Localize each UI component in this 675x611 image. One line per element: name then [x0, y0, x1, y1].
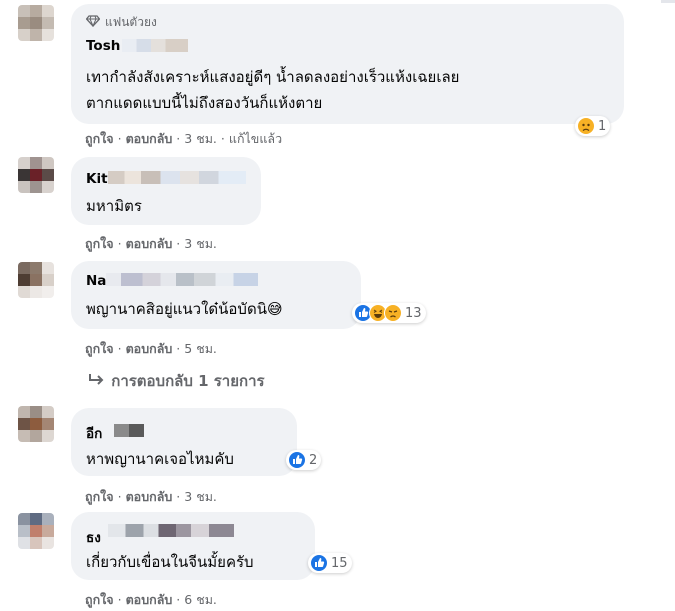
timestamp[interactable]: 5 ชม. — [184, 341, 217, 356]
reaction-count: 1 — [598, 118, 607, 134]
commenter-name[interactable]: Kit — [86, 171, 108, 187]
comment-actions: ถูกใจ · ตอบกลับ · 3 ชม. · แก้ไขแล้ว — [85, 131, 283, 146]
comment-text: หาพญานาคเจอไหมคับ — [86, 450, 234, 468]
diamond-icon — [85, 15, 101, 30]
name-redacted — [108, 171, 246, 184]
commenter-name[interactable]: ธง — [86, 526, 101, 548]
like-emoji-icon — [310, 554, 328, 572]
avatar[interactable] — [18, 262, 54, 298]
scroll-edge — [661, 0, 675, 3]
comment-actions: ถูกใจ · ตอบกลับ · 6 ชม. — [85, 592, 217, 607]
timestamp[interactable]: 3 ชม. — [184, 489, 217, 504]
commenter-name[interactable]: อีก — [86, 422, 102, 444]
reply-link[interactable]: ตอบกลับ — [126, 341, 173, 356]
timestamp[interactable]: 3 ชม. — [184, 236, 217, 251]
comment-actions: ถูกใจ · ตอบกลับ · 3 ชม. — [85, 489, 217, 504]
commenter-name[interactable]: Tosh — [86, 38, 120, 54]
name-redacted — [122, 39, 188, 52]
comment-text: พญานาคสิอยู่แนวใด๋น้อบัดนิ😅 — [86, 300, 283, 318]
like-link[interactable]: ถูกใจ — [85, 131, 114, 146]
name-redacted — [108, 524, 234, 537]
like-emoji-icon — [288, 451, 306, 469]
avatar[interactable] — [18, 5, 54, 41]
reply-arrow-icon — [88, 372, 111, 390]
fan-badge: แฟนตัวยง — [85, 13, 157, 32]
avatar[interactable] — [18, 157, 54, 193]
like-link[interactable]: ถูกใจ — [85, 592, 114, 607]
like-link[interactable]: ถูกใจ — [85, 341, 114, 356]
avatar[interactable] — [18, 406, 54, 442]
view-replies-label: การตอบกลับ 1 รายการ — [111, 372, 265, 390]
like-link[interactable]: ถูกใจ — [85, 236, 114, 251]
timestamp[interactable]: 3 ชม. — [184, 131, 217, 146]
angry-emoji-icon — [384, 304, 402, 322]
comment-text: มหามิตร — [86, 197, 142, 215]
avatar[interactable] — [18, 513, 54, 549]
comment-text: เทากำลังสังเคราะห์แสงอยู่ดีๆ น้ำลดลงอย่า… — [86, 68, 460, 86]
comment-actions: ถูกใจ · ตอบกลับ · 5 ชม. — [85, 341, 217, 356]
reaction-summary[interactable]: 13 — [352, 303, 426, 323]
reaction-count: 2 — [309, 452, 318, 468]
like-link[interactable]: ถูกใจ — [85, 489, 114, 504]
view-replies-link[interactable]: การตอบกลับ 1 รายการ — [88, 369, 265, 393]
reply-link[interactable]: ตอบกลับ — [126, 592, 173, 607]
comment-text: เกี่ยวกับเขื่อนในจีนมั้ยครับ — [86, 553, 254, 571]
name-redacted — [106, 273, 258, 286]
reaction-summary[interactable]: 1 — [575, 116, 611, 136]
timestamp[interactable]: 6 ชม. — [184, 592, 217, 607]
sad-emoji-icon — [577, 117, 595, 135]
fan-badge-label: แฟนตัวยง — [105, 15, 157, 29]
reaction-summary[interactable]: 2 — [286, 450, 322, 470]
reply-link[interactable]: ตอบกลับ — [126, 236, 173, 251]
edited-label: แก้ไขแล้ว — [228, 131, 283, 146]
reply-link[interactable]: ตอบกลับ — [126, 131, 173, 146]
reaction-count: 15 — [331, 555, 348, 571]
comment-actions: ถูกใจ · ตอบกลับ · 3 ชม. — [85, 236, 217, 251]
commenter-name[interactable]: Na — [86, 273, 106, 289]
name-redacted — [114, 424, 144, 437]
reaction-summary[interactable]: 15 — [308, 553, 352, 573]
reaction-count: 13 — [405, 305, 422, 321]
comment-text: ตากแดดแบบนี้ไม่ถึงสองวันก็แห้งตาย — [86, 94, 323, 112]
reply-link[interactable]: ตอบกลับ — [126, 489, 173, 504]
